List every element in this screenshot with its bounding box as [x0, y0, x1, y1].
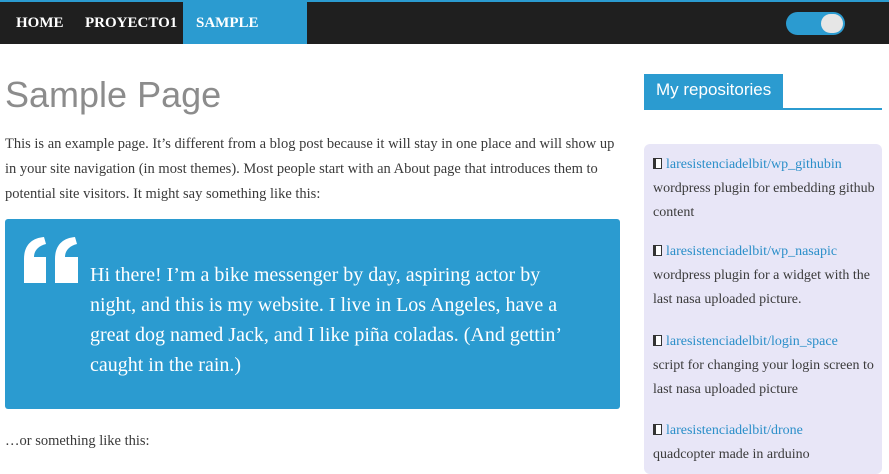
- nav-item-home[interactable]: HOME: [0, 2, 72, 44]
- list-item: laresistenciadelbit/login_space script f…: [653, 330, 878, 402]
- blockquote: Hi there! I’m a bike messenger by day, a…: [5, 219, 620, 409]
- nav-item-sample-page[interactable]: SAMPLE PAGE: [183, 2, 307, 73]
- list-item: laresistenciadelbit/wp_githubin wordpres…: [653, 153, 878, 225]
- toggle-knob: [821, 14, 843, 33]
- book-icon: [653, 335, 662, 346]
- repo-description: script for changing your login screen to…: [653, 358, 874, 397]
- book-icon: [653, 424, 662, 435]
- top-navigation-bar: HOME PROYECTO1 SAMPLE PAGE: [0, 0, 889, 73]
- repo-link[interactable]: laresistenciadelbit/wp_nasapic: [666, 244, 837, 259]
- main-menu: HOME PROYECTO1 SAMPLE PAGE: [0, 2, 307, 73]
- repo-link[interactable]: laresistenciadelbit/wp_githubin: [666, 157, 842, 172]
- list-item: laresistenciadelbit/wp_nasapic wordpress…: [653, 240, 878, 312]
- widget-header: My repositories: [644, 74, 882, 110]
- sidebar: My repositories laresistenciadelbit/wp_g…: [644, 74, 882, 474]
- widget-title: My repositories: [644, 74, 784, 108]
- book-icon: [653, 158, 662, 169]
- nav-item-proyecto1[interactable]: PROYECTO1: [72, 2, 183, 44]
- quote-text: Hi there! I’m a bike messenger by day, a…: [90, 264, 561, 376]
- page-title: Sample Page: [5, 74, 222, 115]
- theme-toggle[interactable]: [786, 12, 845, 35]
- outro-paragraph: …or something like this:: [5, 433, 150, 449]
- repo-description: wordpress plugin for embedding github co…: [653, 181, 875, 220]
- repo-description: wordpress plugin for a widget with the l…: [653, 268, 870, 307]
- quote-icon: [24, 237, 78, 283]
- repo-link[interactable]: laresistenciadelbit/login_space: [666, 334, 838, 349]
- intro-paragraph: This is an example page. It’s different …: [5, 136, 615, 202]
- repo-description: quadcopter made in arduino: [653, 447, 810, 462]
- repositories-list: laresistenciadelbit/wp_githubin wordpres…: [644, 144, 882, 474]
- repo-link[interactable]: laresistenciadelbit/drone: [666, 423, 803, 438]
- book-icon: [653, 245, 662, 256]
